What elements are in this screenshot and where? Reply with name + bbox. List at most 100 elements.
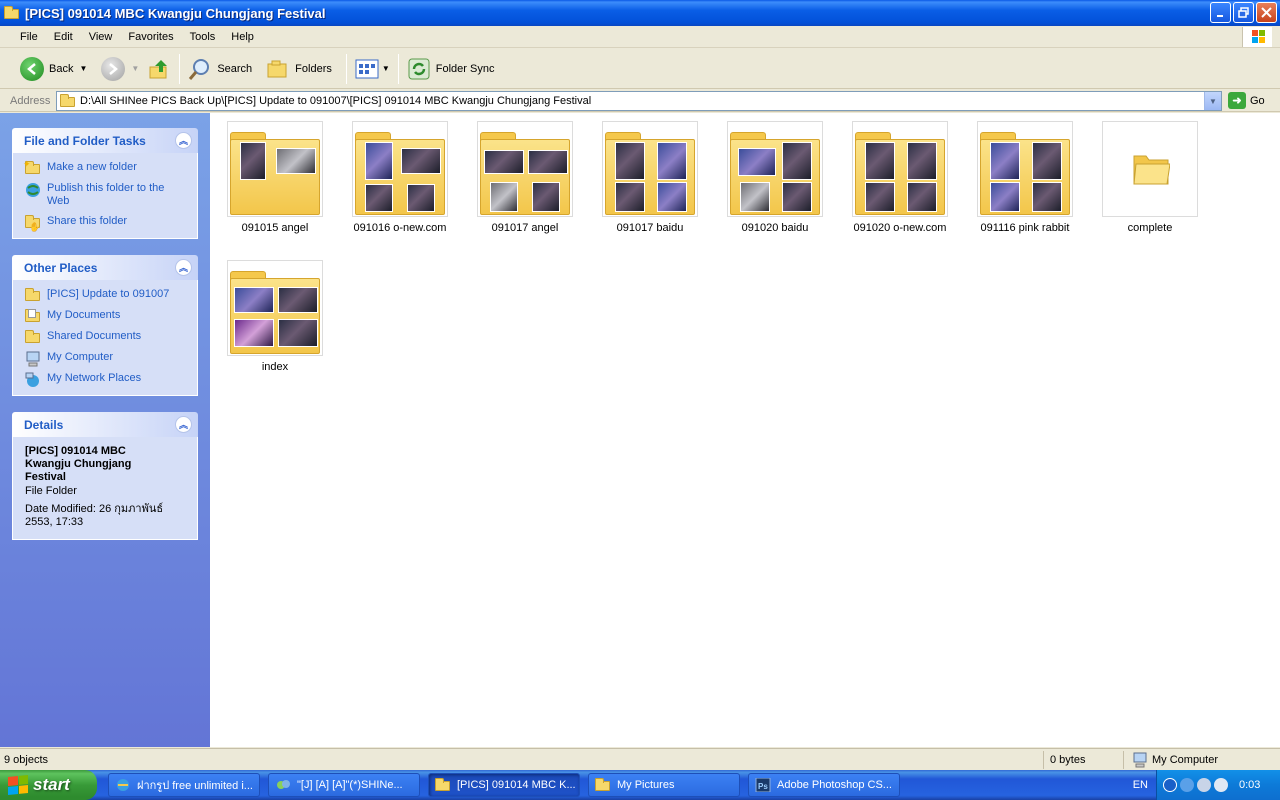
toolbar: Back ▼ ▼ Search Folders ▼ Folder Sync bbox=[0, 49, 1280, 89]
taskbar-item-browser[interactable]: ฝากรูป free unlimited i... bbox=[108, 773, 260, 797]
folders-icon bbox=[267, 60, 287, 77]
place-shared-documents[interactable]: Shared Documents bbox=[25, 330, 187, 344]
item-label: 091017 baidu bbox=[616, 222, 684, 234]
folder-item[interactable]: 091020 o-new.com bbox=[840, 121, 960, 234]
share-folder-icon: ✋ bbox=[25, 215, 41, 232]
details-modified: Date Modified: 26 กุมภาพันธ์ 2553, 17:33 bbox=[25, 503, 164, 528]
folder-item[interactable]: complete bbox=[1090, 121, 1210, 234]
menu-help[interactable]: Help bbox=[223, 31, 262, 43]
taskbar-item-explorer[interactable]: [PICS] 091014 MBC K... bbox=[428, 773, 580, 797]
address-input[interactable]: D:\All SHINee PICS Back Up\[PICS] Update… bbox=[56, 91, 1222, 111]
folder-thumbnail bbox=[227, 121, 323, 217]
item-label: index bbox=[261, 361, 289, 373]
collapse-chevron-icon[interactable]: ︽ bbox=[175, 259, 192, 276]
folder-icon bbox=[4, 6, 20, 20]
windows-flag-icon bbox=[8, 774, 28, 796]
back-button[interactable]: Back ▼ bbox=[16, 52, 91, 86]
title-bar[interactable]: [PICS] 091014 MBC Kwangju Chungjang Fest… bbox=[0, 0, 1280, 26]
browser-icon bbox=[115, 778, 131, 792]
folder-thumbnail bbox=[727, 121, 823, 217]
messenger-icon bbox=[275, 778, 291, 792]
publish-folder-link[interactable]: Publish this folder to the Web bbox=[25, 182, 187, 208]
address-dropdown-button[interactable]: ▼ bbox=[1204, 92, 1221, 110]
folder-item[interactable]: 091020 baidu bbox=[715, 121, 835, 234]
views-dropdown-icon[interactable]: ▼ bbox=[382, 64, 390, 73]
go-button[interactable]: ➜ Go bbox=[1228, 92, 1265, 109]
folder-thumbnail bbox=[352, 121, 448, 217]
show-hidden-icons-icon[interactable] bbox=[1163, 778, 1177, 792]
folder-item[interactable]: index bbox=[215, 260, 335, 373]
taskbar: start ฝากรูป free unlimited i... "[J] [A… bbox=[0, 770, 1280, 800]
details-header[interactable]: Details ︽ bbox=[12, 412, 198, 437]
search-button[interactable]: Search bbox=[184, 52, 256, 86]
folder-icon bbox=[1133, 155, 1170, 185]
place-my-computer[interactable]: My Computer bbox=[25, 351, 187, 367]
language-indicator[interactable]: EN bbox=[1133, 779, 1148, 791]
up-folder-button[interactable] bbox=[143, 52, 175, 86]
place-my-documents[interactable]: My Documents bbox=[25, 309, 187, 323]
address-path: D:\All SHINee PICS Back Up\[PICS] Update… bbox=[80, 95, 592, 107]
taskbar-item-chat[interactable]: "[J] [A] [A]"(*)SHINe... bbox=[268, 773, 420, 797]
clock[interactable]: 0:03 bbox=[1239, 779, 1260, 791]
forward-dropdown-icon[interactable]: ▼ bbox=[131, 64, 139, 73]
menu-edit[interactable]: Edit bbox=[46, 31, 81, 43]
folder-icon bbox=[435, 778, 451, 792]
back-dropdown-icon[interactable]: ▼ bbox=[79, 64, 87, 73]
file-list-view[interactable]: 091015 angel 091016 o-new.com 091017 ang… bbox=[210, 113, 1280, 747]
address-bar: Address D:\All SHINee PICS Back Up\[PICS… bbox=[0, 90, 1280, 112]
folder-sync-button[interactable]: Folder Sync bbox=[403, 52, 499, 86]
folder-item[interactable]: 091015 angel bbox=[215, 121, 335, 234]
folder-item[interactable]: 091017 baidu bbox=[590, 121, 710, 234]
taskbar-item-photoshop[interactable]: Ps Adobe Photoshop CS... bbox=[748, 773, 900, 797]
folder-item[interactable]: 091016 o-new.com bbox=[340, 121, 460, 234]
views-button[interactable]: ▼ bbox=[351, 52, 394, 86]
item-label: complete bbox=[1127, 222, 1173, 234]
file-folder-tasks-panel: File and Folder Tasks ︽ ✦ Make a new fol… bbox=[12, 128, 198, 239]
place-parent-folder[interactable]: [PICS] Update to 091007 bbox=[25, 288, 187, 302]
minimize-button[interactable] bbox=[1210, 2, 1231, 23]
close-button[interactable] bbox=[1256, 2, 1277, 23]
go-arrow-icon: ➜ bbox=[1228, 92, 1246, 109]
menu-view[interactable]: View bbox=[81, 31, 121, 43]
shared-documents-icon bbox=[25, 330, 41, 344]
make-new-folder-link[interactable]: ✦ Make a new folder bbox=[23, 159, 187, 175]
folders-button[interactable]: Folders bbox=[262, 52, 336, 86]
menu-favorites[interactable]: Favorites bbox=[120, 31, 181, 43]
folder-item[interactable]: 091116 pink rabbit bbox=[965, 121, 1085, 234]
other-places-header[interactable]: Other Places ︽ bbox=[12, 255, 198, 280]
volume-tray-icon[interactable] bbox=[1197, 778, 1211, 792]
folder-thumbnail bbox=[477, 121, 573, 217]
details-type: File Folder bbox=[25, 485, 77, 497]
taskbar-item-my-pictures[interactable]: My Pictures bbox=[588, 773, 740, 797]
collapse-chevron-icon[interactable]: ︽ bbox=[175, 416, 192, 433]
folder-item[interactable]: 091017 angel bbox=[465, 121, 585, 234]
task-pane: File and Folder Tasks ︽ ✦ Make a new fol… bbox=[0, 113, 210, 747]
menu-tools[interactable]: Tools bbox=[182, 31, 224, 43]
item-label: 091020 baidu bbox=[741, 222, 809, 234]
folder-thumbnail bbox=[602, 121, 698, 217]
panel-title: File and Folder Tasks bbox=[24, 133, 146, 148]
forward-button[interactable]: ▼ bbox=[97, 52, 143, 86]
search-label: Search bbox=[217, 62, 253, 75]
start-label: start bbox=[33, 775, 70, 794]
share-folder-link[interactable]: ✋ Share this folder bbox=[25, 215, 187, 232]
status-bar: 9 objects 0 bytes My Computer bbox=[0, 748, 1280, 770]
messenger-tray-icon[interactable] bbox=[1214, 778, 1228, 792]
system-tray: 0:03 bbox=[1156, 770, 1280, 800]
item-label: 091016 o-new.com bbox=[353, 222, 447, 234]
my-computer-icon bbox=[25, 351, 41, 367]
place-my-network-places[interactable]: My Network Places bbox=[25, 372, 187, 387]
item-label: 091017 angel bbox=[491, 222, 559, 234]
restore-button[interactable] bbox=[1233, 2, 1254, 23]
close-icon bbox=[1261, 7, 1272, 18]
menu-file[interactable]: File bbox=[12, 31, 46, 43]
folder-thumbnail bbox=[227, 260, 323, 356]
address-label: Address bbox=[10, 94, 51, 107]
file-folder-tasks-header[interactable]: File and Folder Tasks ︽ bbox=[12, 128, 198, 153]
start-button[interactable]: start bbox=[0, 770, 97, 800]
panel-title: Details bbox=[24, 417, 64, 432]
window-title: [PICS] 091014 MBC Kwangju Chungjang Fest… bbox=[25, 5, 326, 21]
network-tray-icon[interactable] bbox=[1180, 778, 1194, 792]
details-panel: Details ︽ [PICS] 091014 MBC Kwangju Chun… bbox=[12, 412, 198, 540]
collapse-chevron-icon[interactable]: ︽ bbox=[175, 132, 192, 149]
